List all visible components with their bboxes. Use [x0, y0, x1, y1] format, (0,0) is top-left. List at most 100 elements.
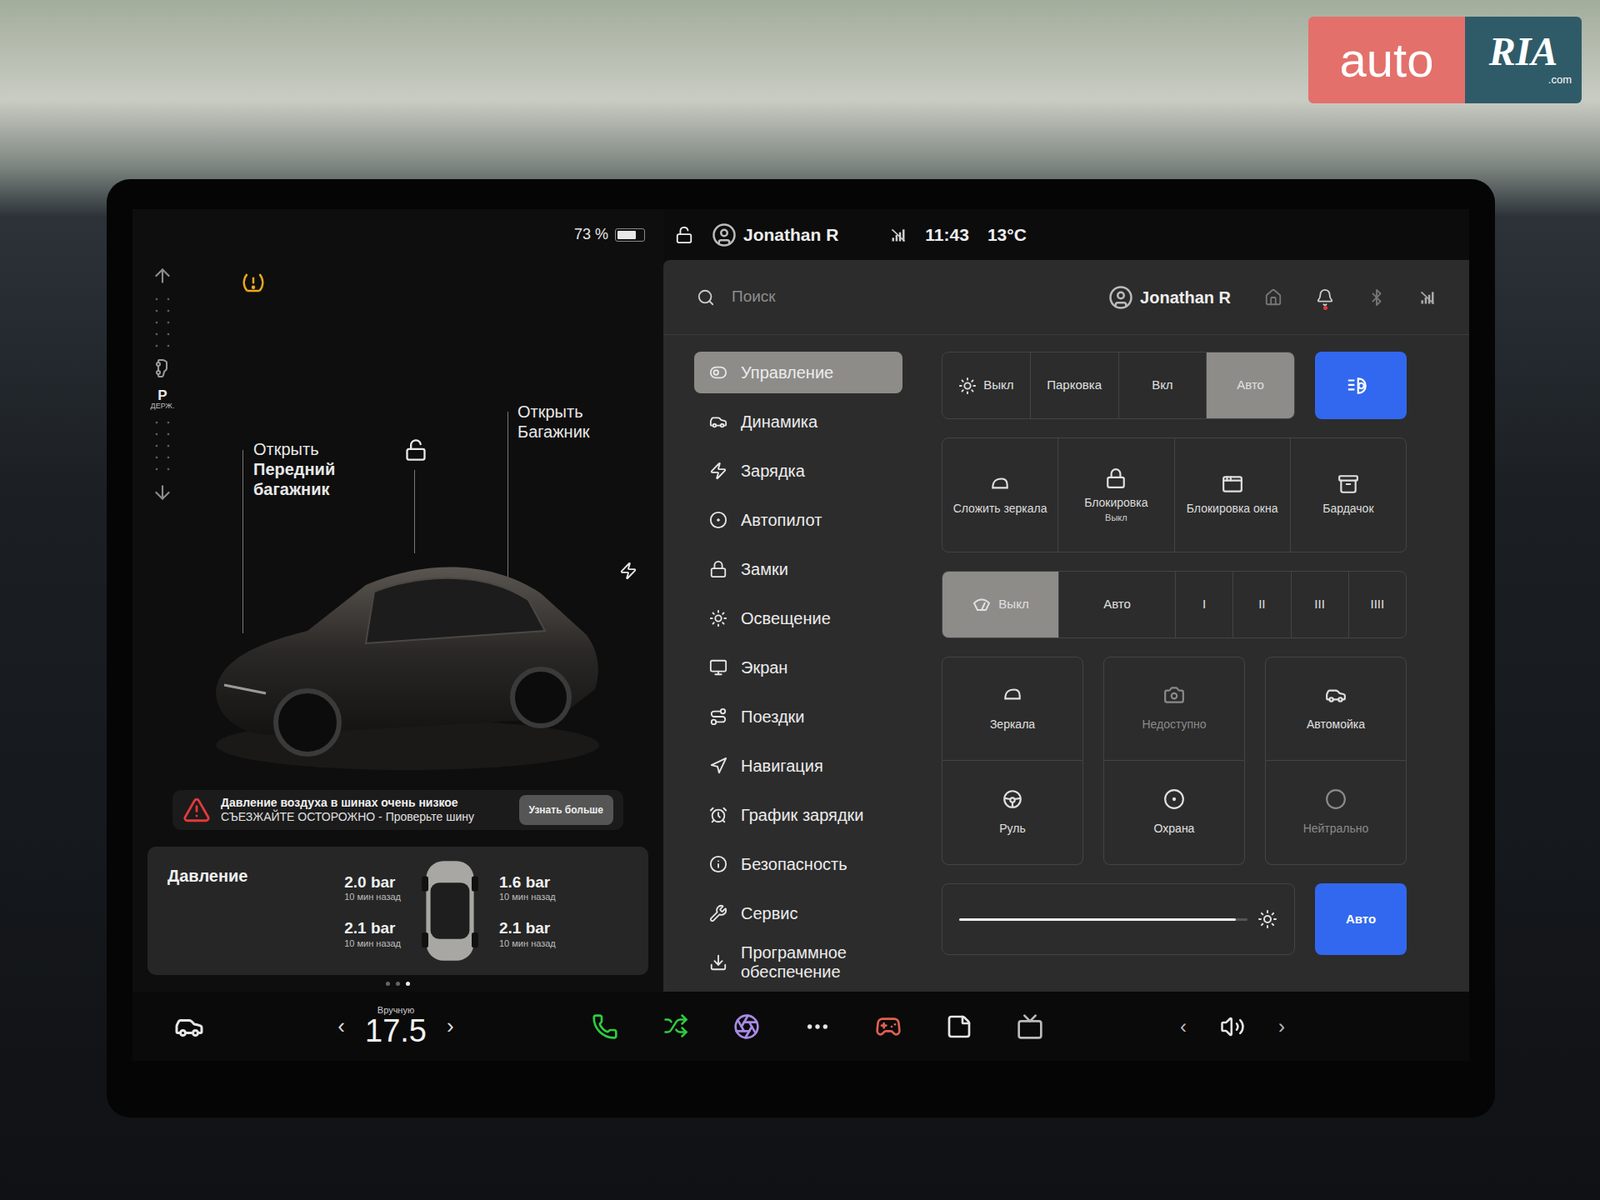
unlock-icon[interactable]: [675, 225, 694, 245]
gear-car-icon: [152, 358, 173, 379]
headlight-option[interactable]: Авто: [1206, 352, 1295, 419]
wrench-icon: [709, 904, 728, 923]
temp-down-button[interactable]: ‹: [337, 1010, 345, 1043]
menu-item[interactable]: Сервис: [694, 892, 903, 935]
menu-item[interactable]: Управление: [694, 351, 903, 394]
unlock-icon[interactable]: [404, 438, 428, 462]
quick-button[interactable]: Сложить зеркала: [942, 438, 1059, 552]
arcade-icon[interactable]: [875, 1013, 902, 1040]
app-icon[interactable]: [663, 1013, 689, 1039]
control-tile[interactable]: Автомойка: [1265, 656, 1407, 761]
learn-more-button[interactable]: Узнать больше: [519, 795, 614, 825]
frunk-button[interactable]: ОткрытьПереднийбагажник: [253, 439, 335, 500]
auto-high-beam-icon: [1345, 375, 1376, 397]
wiper-option[interactable]: III: [1291, 571, 1350, 638]
light-icon: [958, 376, 977, 395]
tire-warning-icon: [240, 270, 266, 295]
control-tile[interactable]: Зеркала: [941, 656, 1084, 761]
search-row: ПоискJonathan R: [663, 260, 1470, 335]
menu-item[interactable]: Поездки: [694, 695, 903, 738]
auto-high-beam-button[interactable]: [1315, 351, 1407, 420]
volume-icon[interactable]: [1220, 1014, 1245, 1040]
more-icon[interactable]: [804, 1013, 831, 1040]
control-tile[interactable]: Охрана: [1103, 760, 1245, 865]
menu-item[interactable]: Автопилот: [694, 499, 903, 541]
page-dot[interactable]: [385, 981, 390, 986]
charge-port-icon[interactable]: [619, 561, 638, 580]
menu-item[interactable]: Навигация: [694, 745, 903, 787]
climate-control: ‹Вручную17.5›: [245, 1005, 546, 1047]
dock: ‹Вручную17.5›‹›: [132, 991, 1470, 1061]
notes-icon[interactable]: [945, 1013, 973, 1040]
toggle-icon: [709, 363, 728, 382]
headlight-option[interactable]: Вкл: [1119, 352, 1208, 419]
reverse-arrow-icon: [151, 481, 174, 504]
user-icon: [1108, 285, 1134, 310]
control-tile[interactable]: Руль: [941, 760, 1084, 865]
sentry-icon: [1163, 788, 1185, 810]
menu-item[interactable]: Динамика: [694, 400, 903, 443]
drive-arrow-icon: [151, 265, 174, 287]
battery-icon: [615, 228, 645, 242]
download-icon: [709, 953, 728, 972]
trunk-button[interactable]: ОткрытьБагажник: [517, 401, 590, 442]
menu-item[interactable]: Безопасность: [694, 843, 903, 885]
menu-item[interactable]: Программное обеспечение: [694, 941, 903, 984]
autopilot-icon: [709, 510, 728, 530]
wiper-option[interactable]: IIII: [1349, 571, 1406, 638]
temp-up-button[interactable]: ›: [446, 1010, 455, 1043]
wiper-option[interactable]: I: [1175, 571, 1234, 638]
car-image: [207, 526, 608, 777]
window-lock-icon: [1221, 473, 1244, 495]
car-panel: 73 %PДЕРЖ. ОткрытьПереднийбагажник Открыть…: [132, 209, 664, 992]
search-field[interactable]: Поиск: [731, 285, 1109, 310]
control-tile: Недоступно: [1103, 656, 1245, 761]
wiper-option[interactable]: II: [1233, 571, 1291, 638]
info-icon: [709, 855, 728, 874]
headlight-option[interactable]: Выкл: [942, 352, 1031, 419]
page-dot[interactable]: [395, 981, 400, 986]
wiper-option[interactable]: Выкл: [942, 571, 1060, 638]
no-signal-icon: [890, 226, 907, 244]
car-icon[interactable]: [174, 1011, 205, 1042]
page-dot[interactable]: [405, 981, 410, 986]
volume-down-button[interactable]: ‹: [1180, 1011, 1187, 1042]
brightness-auto-button[interactable]: Авто: [1315, 883, 1407, 955]
tire-pressure: 1.6 bar10 мин назад: [499, 872, 556, 905]
quick-button[interactable]: Бардачок: [1290, 438, 1406, 552]
search-icon: [696, 288, 715, 307]
camera-app-icon[interactable]: [733, 1013, 760, 1040]
volume-up-button[interactable]: ›: [1278, 1011, 1285, 1042]
phone-icon[interactable]: [591, 1013, 619, 1040]
menu-item[interactable]: Замки: [694, 548, 903, 590]
mirror-icon: [989, 473, 1011, 495]
battery-status: 73 %: [132, 209, 664, 260]
controls-panel: ПоискJonathan R Управление Динамика Зарядка…: [663, 260, 1470, 992]
car-wash-icon: [1325, 684, 1347, 706]
wiper-option[interactable]: Авто: [1059, 571, 1176, 638]
quick-button[interactable]: БлокировкаВыкл: [1058, 438, 1175, 552]
pressure-card: Давление2.0 bar10 мин назад2.1 bar10 мин…: [147, 846, 649, 975]
home-icon[interactable]: [1264, 288, 1283, 307]
menu-item[interactable]: Зарядка: [694, 450, 903, 492]
menu-item[interactable]: Экран: [694, 646, 903, 689]
gear-selector[interactable]: PДЕРЖ.: [132, 260, 193, 594]
brightness-slider[interactable]: [941, 883, 1295, 955]
settings-menu: Управление Динамика Зарядка Автопилот Замки О…: [663, 351, 903, 992]
quick-buttons: Сложить зеркалаБлокировкаВыклБлокировка …: [941, 437, 1407, 553]
bell-icon[interactable]: [1315, 288, 1335, 307]
camera-icon: [1163, 684, 1185, 706]
page: autoRIA.com73 %PДЕРЖ.ОткрытьПереднийбага…: [0, 0, 1600, 1200]
bluetooth-icon[interactable]: [1367, 288, 1386, 307]
status-bar: Jonathan R11:4313°C: [663, 209, 1470, 260]
headlight-option[interactable]: Парковка: [1030, 352, 1120, 419]
volume-control: ‹›: [1157, 1011, 1308, 1042]
neutral-icon: [1325, 788, 1347, 810]
theater-icon[interactable]: [1016, 1013, 1044, 1040]
menu-item[interactable]: График зарядки: [694, 794, 903, 836]
tiles: ЗеркалаНедоступноАвтомойка РульОхранаНейт…: [941, 656, 1407, 865]
control-tile: Нейтрально: [1265, 760, 1407, 865]
child-lock-icon: [1105, 467, 1127, 490]
quick-button[interactable]: Блокировка окна: [1175, 438, 1291, 552]
menu-item[interactable]: Освещение: [694, 597, 903, 640]
